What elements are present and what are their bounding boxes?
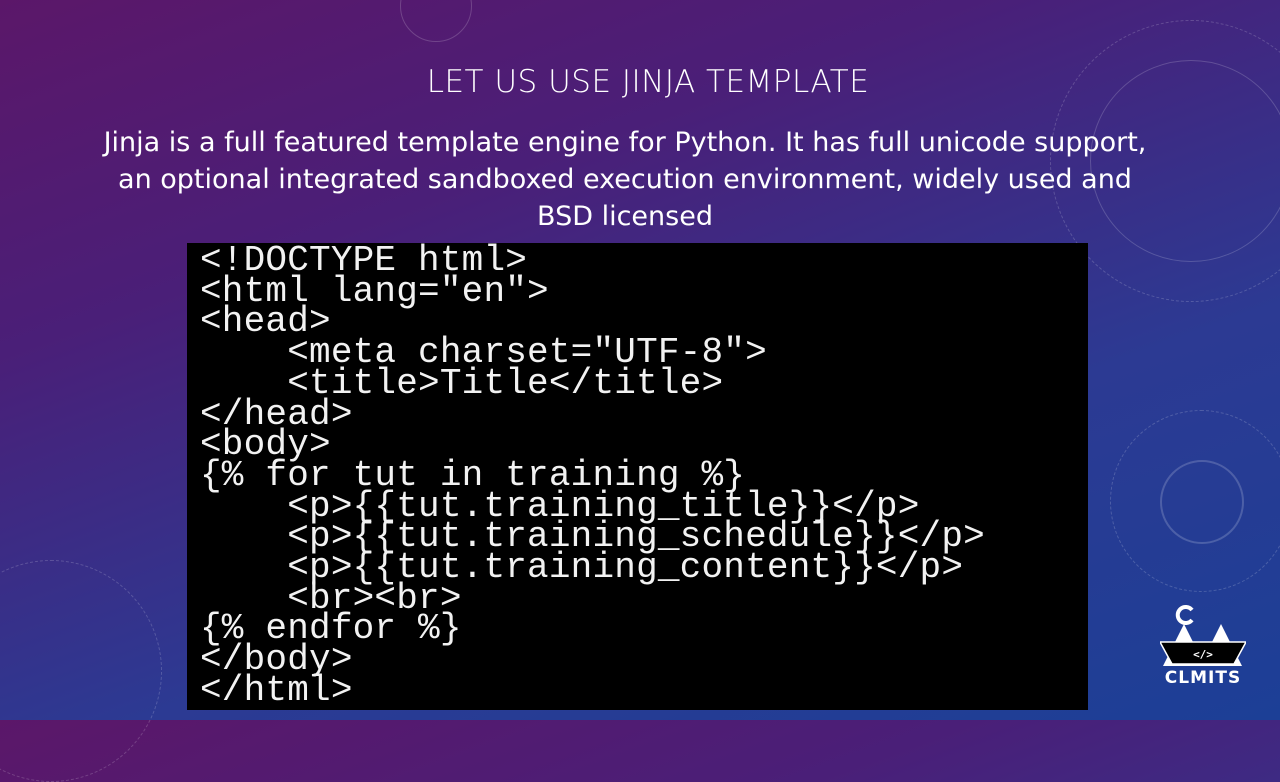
code-text: <!DOCTYPE html> <html lang="en"> <head> … — [200, 240, 985, 711]
slide-title: LET US USE JINJA TEMPLATE — [426, 64, 870, 100]
logo-text: CLMITS — [1164, 668, 1242, 688]
logo-badge: </> — [1193, 648, 1213, 661]
decorative-circle — [0, 560, 162, 782]
subtitle-line: an optional integrated sandboxed executi… — [118, 164, 1132, 195]
slide-subtitle: Jinja is a full featured template engine… — [20, 124, 1230, 235]
code-block: <!DOCTYPE html> <html lang="en"> <head> … — [187, 243, 1088, 710]
subtitle-line: BSD licensed — [537, 201, 713, 232]
decorative-circle — [1110, 410, 1280, 592]
subtitle-line: Jinja is a full featured template engine… — [103, 127, 1147, 158]
decorative-circle — [400, 0, 472, 42]
